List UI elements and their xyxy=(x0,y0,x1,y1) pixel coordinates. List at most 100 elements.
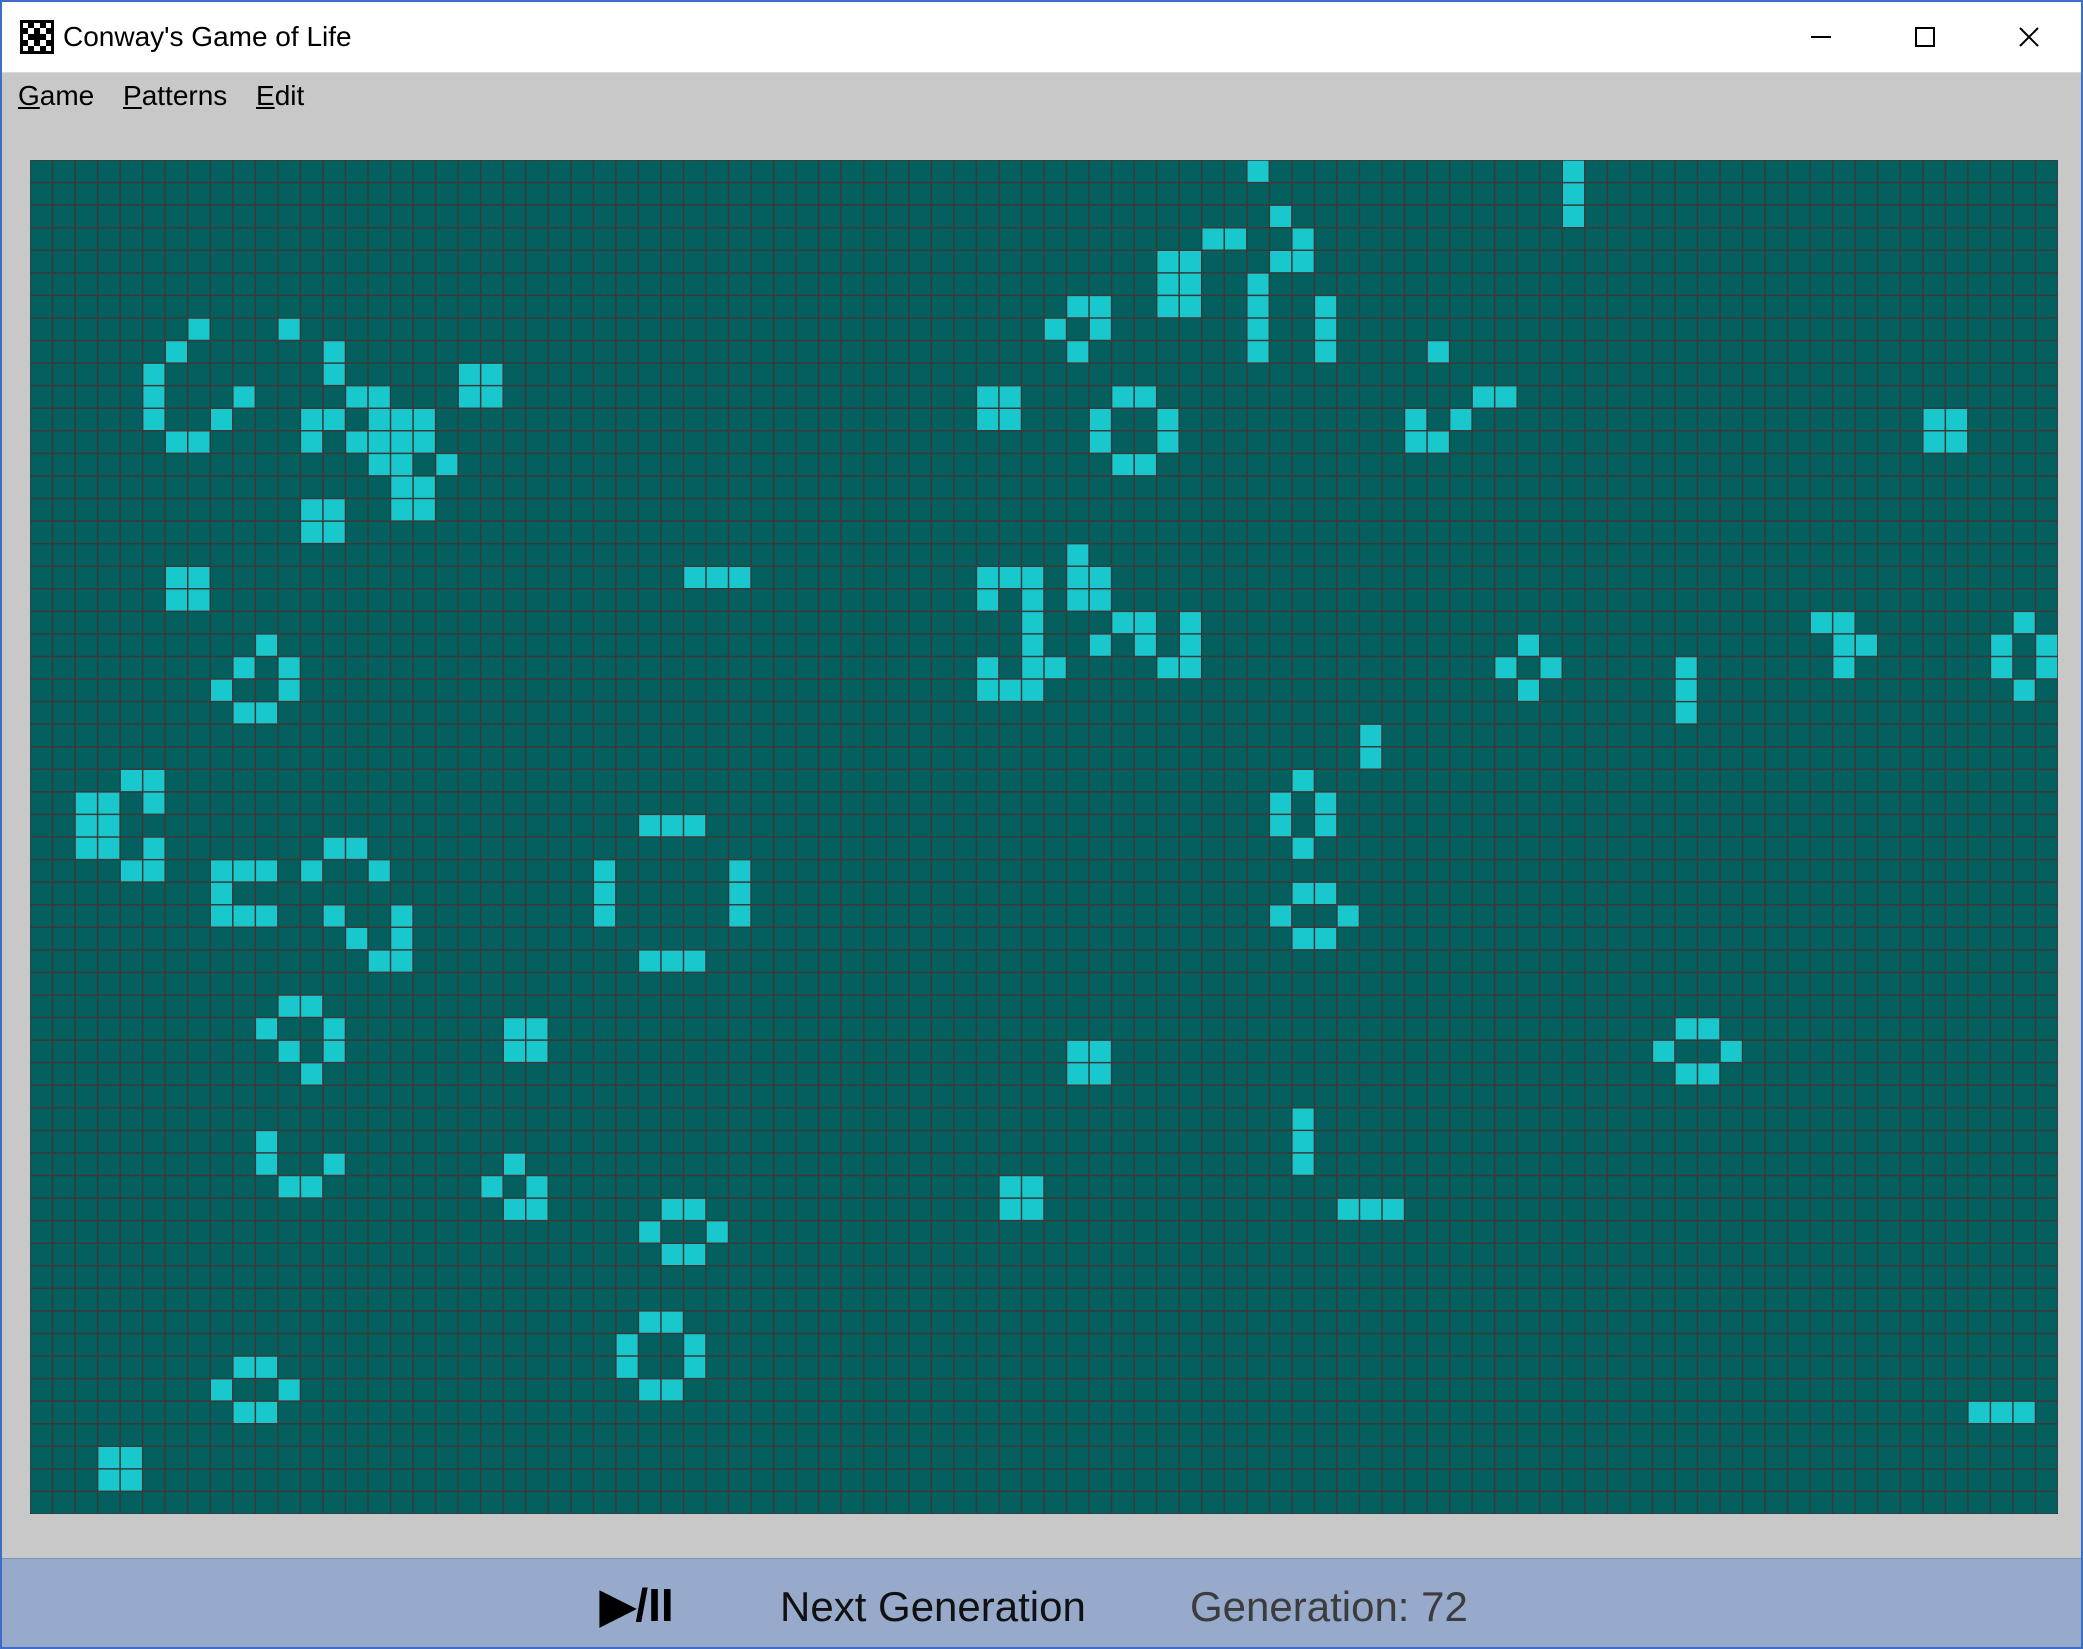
live-cell[interactable] xyxy=(120,769,143,792)
live-cell[interactable] xyxy=(413,498,436,522)
live-cell[interactable] xyxy=(728,904,752,928)
live-cell[interactable] xyxy=(390,408,414,431)
live-cell[interactable] xyxy=(1246,160,1270,183)
live-cell[interactable] xyxy=(142,769,166,792)
live-cell[interactable] xyxy=(322,340,346,364)
live-cell[interactable] xyxy=(1359,746,1382,770)
live-cell[interactable] xyxy=(1066,295,1090,318)
live-cell[interactable] xyxy=(660,1243,684,1266)
live-cell[interactable] xyxy=(1021,656,1044,680)
live-cell[interactable] xyxy=(210,859,233,883)
live-cell[interactable] xyxy=(232,1356,256,1379)
live-cell[interactable] xyxy=(976,408,999,431)
live-cell[interactable] xyxy=(480,385,504,409)
live-cell[interactable] xyxy=(210,904,233,928)
game-board[interactable] xyxy=(30,160,2058,1514)
live-cell[interactable] xyxy=(1246,295,1270,318)
live-cell[interactable] xyxy=(277,1040,301,1063)
live-cell[interactable] xyxy=(998,408,1022,431)
live-cell[interactable] xyxy=(1269,205,1292,228)
live-cell[interactable] xyxy=(1652,1040,1675,1063)
live-cell[interactable] xyxy=(255,633,278,657)
live-cell[interactable] xyxy=(1427,430,1450,454)
live-cell[interactable] xyxy=(120,1468,143,1492)
live-cell[interactable] xyxy=(322,1017,346,1041)
live-cell[interactable] xyxy=(390,430,414,454)
live-cell[interactable] xyxy=(1494,385,1518,409)
live-cell[interactable] xyxy=(1922,408,1946,431)
live-cell[interactable] xyxy=(300,859,323,883)
live-cell[interactable] xyxy=(998,1198,1022,1221)
live-cell[interactable] xyxy=(1291,837,1315,860)
live-cell[interactable] xyxy=(1449,408,1473,431)
live-cell[interactable] xyxy=(165,340,188,364)
live-cell[interactable] xyxy=(525,1017,549,1041)
live-cell[interactable] xyxy=(1156,656,1180,680)
live-cell[interactable] xyxy=(1066,543,1090,567)
live-cell[interactable] xyxy=(142,791,166,815)
live-cell[interactable] xyxy=(998,385,1022,409)
live-cell[interactable] xyxy=(368,385,391,409)
live-cell[interactable] xyxy=(435,453,459,476)
live-cell[interactable] xyxy=(277,994,301,1018)
live-cell[interactable] xyxy=(1044,656,1067,680)
live-cell[interactable] xyxy=(1562,205,1585,228)
live-cell[interactable] xyxy=(75,791,98,815)
live-cell[interactable] xyxy=(1855,633,1878,657)
live-cell[interactable] xyxy=(976,679,999,702)
live-cell[interactable] xyxy=(1359,1198,1382,1221)
live-cell[interactable] xyxy=(210,1378,233,1402)
live-cell[interactable] xyxy=(1314,340,1337,364)
live-cell[interactable] xyxy=(390,904,414,928)
live-cell[interactable] xyxy=(1269,250,1292,273)
live-cell[interactable] xyxy=(1269,904,1292,928)
live-cell[interactable] xyxy=(1179,611,1202,634)
live-cell[interactable] xyxy=(390,498,414,522)
live-cell[interactable] xyxy=(255,1401,278,1424)
live-cell[interactable] xyxy=(660,1378,684,1402)
live-cell[interactable] xyxy=(1246,340,1270,364)
live-cell[interactable] xyxy=(503,1198,526,1221)
live-cell[interactable] xyxy=(322,521,346,544)
live-cell[interactable] xyxy=(322,363,346,386)
live-cell[interactable] xyxy=(1179,656,1202,680)
live-cell[interactable] xyxy=(1246,272,1270,296)
live-cell[interactable] xyxy=(142,859,166,883)
live-cell[interactable] xyxy=(1134,611,1157,634)
live-cell[interactable] xyxy=(1224,227,1247,251)
live-cell[interactable] xyxy=(593,859,616,883)
live-cell[interactable] xyxy=(1674,701,1698,725)
live-cell[interactable] xyxy=(503,1040,526,1063)
live-cell[interactable] xyxy=(458,363,481,386)
live-cell[interactable] xyxy=(390,927,414,950)
live-cell[interactable] xyxy=(1021,566,1044,589)
live-cell[interactable] xyxy=(458,385,481,409)
live-cell[interactable] xyxy=(368,949,391,973)
live-cell[interactable] xyxy=(683,949,706,973)
live-cell[interactable] xyxy=(2035,633,2058,657)
live-cell[interactable] xyxy=(345,385,368,409)
live-cell[interactable] xyxy=(2012,679,2036,702)
live-cell[interactable] xyxy=(413,475,436,499)
live-cell[interactable] xyxy=(1134,385,1157,409)
live-cell[interactable] xyxy=(413,430,436,454)
live-cell[interactable] xyxy=(1314,814,1337,837)
live-cell[interactable] xyxy=(1021,1175,1044,1199)
minimize-button[interactable] xyxy=(1769,2,1873,72)
live-cell[interactable] xyxy=(255,1017,278,1041)
live-cell[interactable] xyxy=(638,1310,661,1334)
live-cell[interactable] xyxy=(255,1152,278,1176)
live-cell[interactable] xyxy=(390,475,414,499)
live-cell[interactable] xyxy=(660,949,684,973)
live-cell[interactable] xyxy=(1382,1198,1405,1221)
live-cell[interactable] xyxy=(525,1198,549,1221)
live-cell[interactable] xyxy=(1562,160,1585,183)
live-cell[interactable] xyxy=(368,453,391,476)
live-cell[interactable] xyxy=(232,904,256,928)
live-cell[interactable] xyxy=(1269,814,1292,837)
live-cell[interactable] xyxy=(480,363,504,386)
live-cell[interactable] xyxy=(683,814,706,837)
live-cell[interactable] xyxy=(998,679,1022,702)
live-cell[interactable] xyxy=(1021,588,1044,612)
live-cell[interactable] xyxy=(683,566,706,589)
